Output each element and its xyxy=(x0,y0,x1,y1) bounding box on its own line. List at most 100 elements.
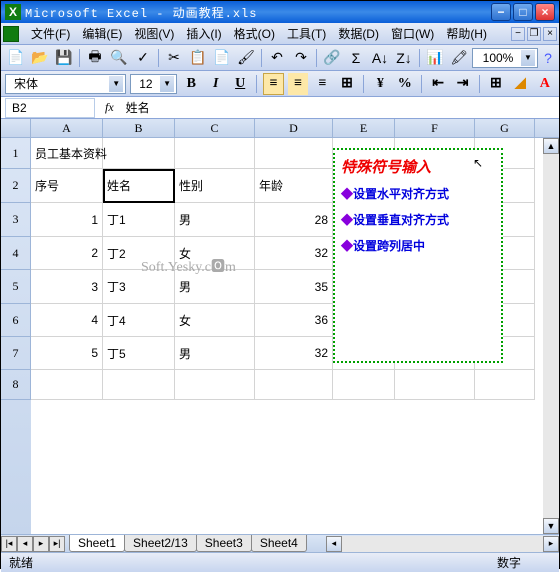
cell[interactable]: 5 xyxy=(31,337,103,370)
cell[interactable] xyxy=(475,370,535,400)
align-center-button[interactable]: ≡ xyxy=(288,73,308,95)
cell[interactable]: 36 xyxy=(255,304,333,337)
cell[interactable] xyxy=(103,138,175,169)
maximize-button[interactable]: □ xyxy=(513,3,533,21)
cell[interactable] xyxy=(333,370,395,400)
tab-first-icon[interactable]: |◂ xyxy=(1,536,17,552)
menu-edit[interactable]: 编辑(E) xyxy=(76,23,128,44)
cell[interactable]: 员工基本资料 xyxy=(31,138,103,169)
doc-close[interactable]: × xyxy=(543,27,557,41)
row-head[interactable]: 6 xyxy=(1,304,31,337)
cell[interactable]: 3 xyxy=(31,270,103,304)
cell[interactable] xyxy=(255,138,333,169)
menu-insert[interactable]: 插入(I) xyxy=(180,23,227,44)
cell[interactable]: 28 xyxy=(255,203,333,237)
formula-value[interactable]: 姓名 xyxy=(120,99,156,116)
cell[interactable] xyxy=(175,370,255,400)
align-left-button[interactable]: ≡ xyxy=(263,73,284,95)
doc-minimize[interactable]: − xyxy=(511,27,525,41)
cell[interactable]: 女 xyxy=(175,237,255,270)
row-head[interactable]: 7 xyxy=(1,337,31,370)
menu-format[interactable]: 格式(O) xyxy=(228,23,281,44)
cell[interactable]: 男 xyxy=(175,337,255,370)
scroll-down-icon[interactable]: ▼ xyxy=(543,518,559,534)
cell[interactable]: 丁3 xyxy=(103,270,175,304)
row-head[interactable]: 3 xyxy=(1,203,31,237)
row-head[interactable]: 4 xyxy=(1,237,31,270)
bold-button[interactable]: B xyxy=(181,73,201,95)
cell[interactable]: 年龄 xyxy=(255,169,333,203)
tab-last-icon[interactable]: ▸| xyxy=(49,536,65,552)
menu-data[interactable]: 数据(D) xyxy=(332,23,385,44)
col-head[interactable]: D xyxy=(255,119,333,137)
drawing-icon[interactable]: 🖍 xyxy=(448,47,470,69)
doc-icon[interactable] xyxy=(3,26,19,42)
cell[interactable]: 性别 xyxy=(175,169,255,203)
sheet-tab[interactable]: Sheet1 xyxy=(69,535,125,552)
cell[interactable] xyxy=(175,138,255,169)
chevron-down-icon[interactable]: ▼ xyxy=(521,50,535,66)
save-icon[interactable]: 💾 xyxy=(53,47,75,69)
scroll-up-icon[interactable]: ▲ xyxy=(543,138,559,154)
indent-dec-button[interactable]: ⇤ xyxy=(428,73,448,95)
new-icon[interactable]: 📄 xyxy=(5,47,27,69)
spell-icon[interactable]: ✓ xyxy=(132,47,154,69)
col-head[interactable]: E xyxy=(333,119,395,137)
fontsize-combo[interactable]: 12 ▼ xyxy=(130,74,177,94)
undo-icon[interactable]: ↶ xyxy=(266,47,288,69)
sheet-tab[interactable]: Sheet2/13 xyxy=(124,535,197,552)
cell[interactable]: 丁4 xyxy=(103,304,175,337)
sort-asc-icon[interactable]: A↓ xyxy=(369,47,391,69)
cell[interactable]: 32 xyxy=(255,237,333,270)
cell[interactable]: 男 xyxy=(175,270,255,304)
minimize-button[interactable]: − xyxy=(491,3,511,21)
percent-button[interactable]: % xyxy=(395,73,415,95)
col-head[interactable]: F xyxy=(395,119,475,137)
cell[interactable] xyxy=(255,370,333,400)
menu-view[interactable]: 视图(V) xyxy=(128,23,180,44)
doc-restore[interactable]: ❐ xyxy=(527,27,541,41)
redo-icon[interactable]: ↷ xyxy=(290,47,312,69)
cell[interactable]: 序号 xyxy=(31,169,103,203)
cell[interactable]: 姓名 xyxy=(103,169,175,203)
chevron-down-icon[interactable]: ▼ xyxy=(160,76,174,92)
col-head[interactable]: A xyxy=(31,119,103,137)
scroll-left-icon[interactable]: ◂ xyxy=(326,536,342,552)
merge-button[interactable]: ⊞ xyxy=(337,73,357,95)
cell[interactable]: 男 xyxy=(175,203,255,237)
col-head[interactable]: B xyxy=(103,119,175,137)
cut-icon[interactable]: ✂ xyxy=(163,47,185,69)
cell[interactable]: 4 xyxy=(31,304,103,337)
help-icon[interactable]: ? xyxy=(541,51,555,65)
cell[interactable] xyxy=(395,370,475,400)
paste-icon[interactable]: 📄 xyxy=(211,47,233,69)
scroll-right-icon[interactable]: ▸ xyxy=(543,536,559,552)
zoom-combo[interactable]: 100% ▼ xyxy=(472,48,538,68)
close-button[interactable]: × xyxy=(535,3,555,21)
borders-button[interactable]: ⊞ xyxy=(486,73,506,95)
indent-inc-button[interactable]: ⇥ xyxy=(452,73,472,95)
cell[interactable]: 女 xyxy=(175,304,255,337)
row-head[interactable]: 1 xyxy=(1,138,31,169)
chevron-down-icon[interactable]: ▼ xyxy=(109,76,123,92)
open-icon[interactable]: 📂 xyxy=(29,47,51,69)
cell[interactable] xyxy=(103,370,175,400)
cell[interactable] xyxy=(31,370,103,400)
select-all-corner[interactable] xyxy=(1,119,31,137)
menu-file[interactable]: 文件(F) xyxy=(25,23,76,44)
sum-icon[interactable]: Σ xyxy=(345,47,367,69)
cell[interactable]: 1 xyxy=(31,203,103,237)
col-head[interactable]: C xyxy=(175,119,255,137)
tab-prev-icon[interactable]: ◂ xyxy=(17,536,33,552)
menu-window[interactable]: 窗口(W) xyxy=(385,23,440,44)
row-head[interactable]: 5 xyxy=(1,270,31,304)
currency-button[interactable]: ¥ xyxy=(370,73,390,95)
copy-icon[interactable]: 📋 xyxy=(187,47,209,69)
col-head[interactable]: G xyxy=(475,119,535,137)
menu-tools[interactable]: 工具(T) xyxy=(281,23,332,44)
align-right-button[interactable]: ≡ xyxy=(312,73,332,95)
vertical-scrollbar[interactable]: ▲ ▼ xyxy=(543,138,559,534)
sort-desc-icon[interactable]: Z↓ xyxy=(393,47,415,69)
sheet-tab[interactable]: Sheet3 xyxy=(196,535,252,552)
row-head[interactable]: 2 xyxy=(1,169,31,203)
